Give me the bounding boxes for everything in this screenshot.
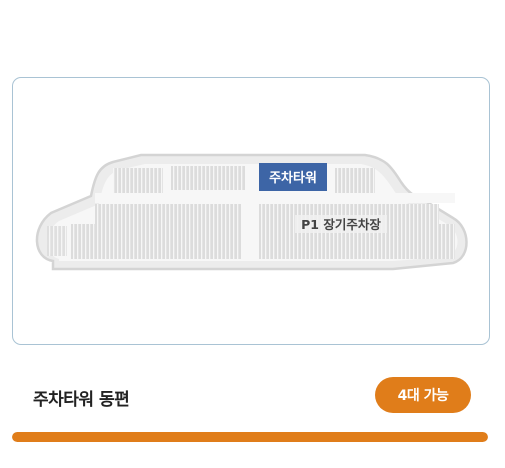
stall-block: [95, 204, 241, 224]
stall-block: [47, 226, 67, 256]
parking-tower-highlight[interactable]: 주차타워: [259, 163, 327, 191]
location-info-row[interactable]: 주차타워 동편 4대 가능: [12, 372, 490, 420]
parking-tower-label: 주차타워: [269, 170, 317, 186]
occupancy-progress-bar: [12, 432, 488, 442]
stall-block: [113, 168, 163, 193]
location-title: 주차타워 동편: [33, 390, 130, 410]
stall-block: [171, 166, 245, 190]
stall-block: [335, 168, 375, 194]
p1-lot-label: P1 장기주차장: [301, 217, 381, 232]
occupancy-progress-fill: [12, 432, 488, 442]
availability-badge: 4대 가능: [375, 377, 471, 413]
stall-block: [71, 224, 241, 259]
parking-map-card: 주차타워 P1 장기주차장: [12, 77, 490, 345]
parking-map: 주차타워 P1 장기주차장: [35, 153, 468, 271]
